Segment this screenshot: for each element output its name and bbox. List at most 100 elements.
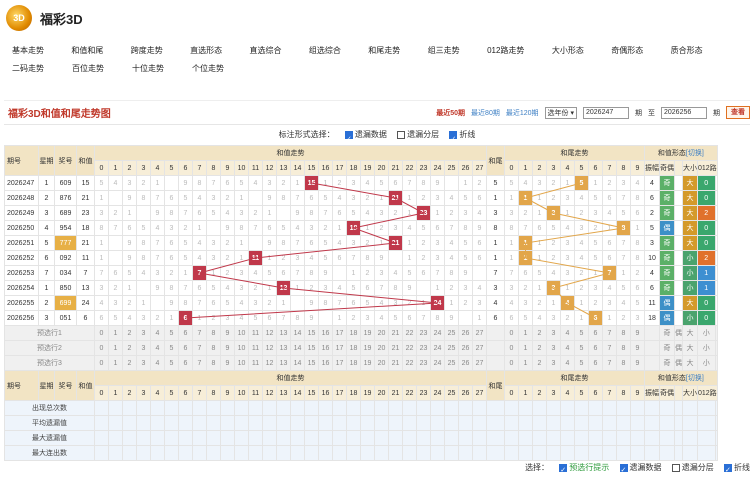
recent-50-link[interactable]: 最近50期 [436,108,465,118]
stat-cell [630,415,645,431]
sum-trend-cell: 5 [248,310,263,326]
stat-cell [374,445,389,461]
stat-cell [546,415,561,431]
sum-trend-cell: 1 [374,235,389,251]
nav-item[interactable]: 012路走势 [487,42,552,60]
predict-tail-cell: 2 [532,340,547,356]
sum-trend-cell: 8 [430,310,445,326]
sum-trend-cell: 7 [94,265,109,281]
sum-trend-cell: 1 [192,310,207,326]
predict-tail-cell: 7 [602,355,617,371]
nav-item[interactable]: 十位走势 [132,60,192,78]
oe-col: 奇偶 [659,385,675,401]
nav-item[interactable]: 和尾走势 [368,42,427,60]
switch-link[interactable]: [切换] [686,150,704,157]
miss-layer-checkbox[interactable] [397,130,406,139]
sum-trend-cell: 7 [430,265,445,281]
nav-item[interactable]: 二码走势 [12,60,72,78]
stat-cell [234,415,249,431]
miss-data-checkbox[interactable] [344,130,353,150]
footer-miss-data-checkbox[interactable] [619,463,628,479]
footer-miss-layer-checkbox[interactable] [671,463,680,472]
nav-item[interactable]: 大小形态 [552,42,611,60]
to-issue-input[interactable]: 2026256 [661,106,707,119]
issue-cell: 2026252 [4,250,39,266]
col-sum: 和值 [76,370,95,401]
sum-trend-cell: 2 [122,295,137,311]
odd-even-cell: 偶 [659,295,675,311]
nav-item[interactable]: 基本走势 [12,42,71,60]
tail-cell: 3 [486,280,505,296]
predict-tail-cell: 8 [616,340,631,356]
nav-item[interactable]: 个位走势 [192,60,252,78]
stat-cell [644,430,660,446]
tail-trend-cell: 3 [616,175,631,191]
stat-cell [574,445,589,461]
nav-item[interactable]: 跨度走势 [131,42,190,60]
predict-tail-cell: 2 [532,355,547,371]
predict-sum-cell: 10 [234,325,249,341]
route-blank [714,295,718,311]
predict-hint-checkbox[interactable] [559,463,568,479]
recent-80-link[interactable]: 最近80期 [471,108,500,118]
col-sum-trend: 和值走势 [94,145,487,161]
nav-item[interactable]: 直选综合 [250,42,309,60]
stat-cell [318,430,333,446]
predict-sum-cell: 27 [472,355,487,371]
week-cell: 2 [38,295,55,311]
tail-trend-cell: 3 [560,250,575,266]
tail-trend-cell: 1 [532,280,547,296]
stat-cell [458,445,473,461]
nav-item[interactable]: 直选形态 [190,42,249,60]
predict-sum-cell: 25 [444,340,459,356]
stat-cell [206,445,221,461]
nav-item[interactable]: 和值和尾 [71,42,130,60]
sum-trend-cell: 9 [150,280,165,296]
form-label: 和值形态 [657,375,686,382]
sum-trend-cell: 1 [402,190,417,206]
stat-cell [616,430,631,446]
tail-col: 3 [546,385,561,401]
sum-cell: 7 [76,265,95,281]
from-issue-input[interactable]: 2026247 [583,106,629,119]
query-button[interactable]: 查看 [726,106,750,119]
footer-polyline-checkbox[interactable] [724,463,732,479]
odd-even-cell: 奇 [659,190,675,206]
sum-trend-cell: 1 [262,250,277,266]
switch-link[interactable]: [切换] [686,375,704,382]
tail-trend-cell: 4 [560,295,575,311]
polyline-checkbox[interactable] [449,130,458,150]
tail-trend-cell: 7 [616,190,631,206]
tail-trend-cell: 6 [602,250,617,266]
sum-trend-cell: 3 [206,190,221,206]
sum-trend-cell: 4 [248,265,263,281]
nav-item[interactable]: 质合形态 [671,42,730,60]
nav-item[interactable]: 组三走势 [428,42,487,60]
nav-item[interactable]: 组选综合 [309,42,368,60]
predict-route2 [714,355,718,371]
sum-trend-cell: 4 [192,250,207,266]
panel-title: 福彩3D和值和尾走势图 [8,109,111,120]
nav-item[interactable]: 百位走势 [72,60,132,78]
predict-sum-cell: 22 [402,355,417,371]
tail-trend-cell: 3 [560,235,575,251]
predict-sum-cell: 17 [332,325,347,341]
year-select[interactable]: 选年份 ▾ [544,106,577,119]
recent-120-link[interactable]: 最近120期 [506,108,539,118]
nav-item[interactable]: 奇偶形态 [611,42,670,60]
stat-cell [630,430,645,446]
sum-trend-cell: 6 [192,280,207,296]
tail-trend-cell: 1 [518,190,533,206]
sum-trend-cell: 3 [234,205,249,221]
tail-trend-cell: 1 [616,265,631,281]
stat-cell [332,400,347,416]
route-blank [714,310,718,326]
predict-sum-cell: 15 [304,340,319,356]
sum-trend-cell: 5 [262,265,277,281]
stat-cell [697,415,716,431]
predict-blank [486,355,505,371]
tail-trend-cell: 2 [518,205,533,221]
sum-trend-cell: 9 [122,250,137,266]
sum-trend-cell: 1 [164,310,179,326]
sum-trend-cell: 7 [178,280,193,296]
